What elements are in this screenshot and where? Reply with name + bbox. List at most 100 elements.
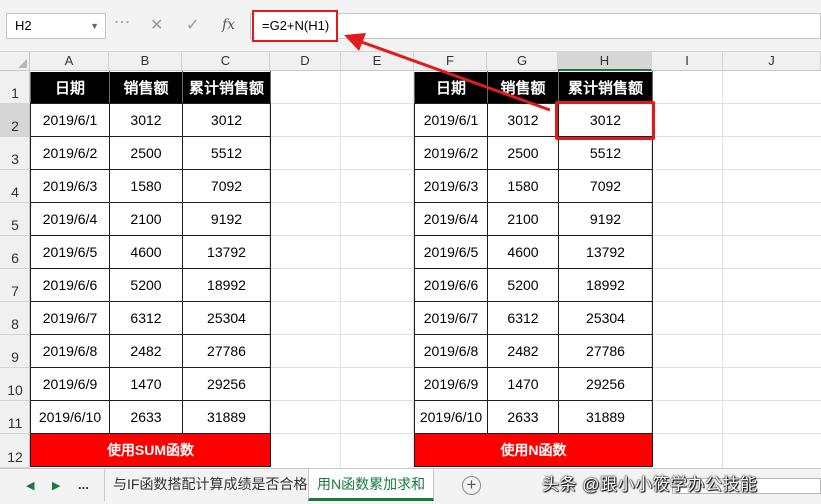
header-cell[interactable]: 销售额 bbox=[109, 71, 183, 104]
date-cell[interactable]: 2019/6/8 bbox=[414, 334, 488, 368]
cumulative-cell[interactable]: 25304 bbox=[558, 301, 653, 335]
column-header-g[interactable]: G bbox=[487, 52, 558, 71]
sales-cell[interactable]: 2633 bbox=[109, 400, 183, 434]
date-cell[interactable]: 2019/6/7 bbox=[30, 301, 110, 335]
sales-cell[interactable]: 5200 bbox=[109, 268, 183, 302]
date-cell[interactable]: 2019/6/6 bbox=[414, 268, 488, 302]
cumulative-cell[interactable]: 27786 bbox=[558, 334, 653, 368]
header-cell[interactable]: 销售额 bbox=[487, 71, 559, 104]
enter-icon[interactable]: ✓ bbox=[186, 15, 199, 35]
date-cell[interactable]: 2019/6/9 bbox=[30, 367, 110, 401]
header-cell[interactable]: 日期 bbox=[30, 71, 110, 104]
column-header-e[interactable]: E bbox=[341, 52, 414, 71]
cumulative-cell[interactable]: 27786 bbox=[182, 334, 271, 368]
formula-text-highlight[interactable]: =G2+N(H1) bbox=[252, 10, 338, 42]
date-cell[interactable]: 2019/6/3 bbox=[30, 169, 110, 203]
sales-cell[interactable]: 5200 bbox=[487, 268, 559, 302]
name-box[interactable]: H2 ▼ bbox=[6, 13, 106, 39]
row-header-1[interactable]: 1 bbox=[0, 71, 30, 104]
cumulative-cell[interactable]: 18992 bbox=[558, 268, 653, 302]
sheet-tab-if-grade[interactable]: 与IF函数搭配计算成绩是否合格 bbox=[104, 469, 317, 501]
date-cell[interactable]: 2019/6/5 bbox=[30, 235, 110, 269]
sales-cell[interactable]: 2482 bbox=[109, 334, 183, 368]
cumulative-cell[interactable]: 29256 bbox=[558, 367, 653, 401]
date-cell[interactable]: 2019/6/4 bbox=[30, 202, 110, 236]
sales-cell[interactable]: 1580 bbox=[487, 169, 559, 203]
cumulative-cell[interactable]: 9192 bbox=[558, 202, 653, 236]
date-cell[interactable]: 2019/6/2 bbox=[414, 136, 488, 170]
more-tabs-button[interactable]: ... bbox=[78, 477, 89, 492]
cumulative-cell[interactable]: 5512 bbox=[558, 136, 653, 170]
date-cell[interactable]: 2019/6/1 bbox=[30, 103, 110, 137]
insert-function-icon[interactable]: fx bbox=[222, 17, 235, 33]
row-header-2[interactable]: 2 bbox=[0, 104, 30, 137]
cumulative-cell[interactable]: 13792 bbox=[182, 235, 271, 269]
row-header-11[interactable]: 11 bbox=[0, 401, 30, 434]
header-cell[interactable]: 日期 bbox=[414, 71, 488, 104]
date-cell[interactable]: 2019/6/9 bbox=[414, 367, 488, 401]
row-header-7[interactable]: 7 bbox=[0, 269, 30, 302]
cancel-icon[interactable]: ✕ bbox=[150, 15, 163, 35]
add-sheet-button[interactable]: + bbox=[462, 476, 481, 495]
date-cell[interactable]: 2019/6/8 bbox=[30, 334, 110, 368]
date-cell[interactable]: 2019/6/4 bbox=[414, 202, 488, 236]
sales-cell[interactable]: 6312 bbox=[109, 301, 183, 335]
sales-cell[interactable]: 6312 bbox=[487, 301, 559, 335]
cumulative-cell[interactable]: 3012 bbox=[182, 103, 271, 137]
cumulative-cell[interactable]: 31889 bbox=[558, 400, 653, 434]
column-header-j[interactable]: J bbox=[723, 52, 821, 71]
column-header-d[interactable]: D bbox=[270, 52, 341, 71]
footer-note-cell[interactable]: 使用N函数 bbox=[414, 433, 653, 467]
date-cell[interactable]: 2019/6/5 bbox=[414, 235, 488, 269]
sales-cell[interactable]: 3012 bbox=[109, 103, 183, 137]
select-all-corner[interactable] bbox=[0, 52, 30, 71]
header-cell[interactable]: 累计销售额 bbox=[182, 71, 271, 104]
column-header-b[interactable]: B bbox=[109, 52, 182, 71]
cumulative-cell[interactable]: 31889 bbox=[182, 400, 271, 434]
sheet-tab-n-cumulative[interactable]: 用N函数累加求和 bbox=[308, 469, 435, 501]
footer-note-cell[interactable]: 使用SUM函数 bbox=[30, 433, 271, 467]
column-header-c[interactable]: C bbox=[182, 52, 270, 71]
sales-cell[interactable]: 3012 bbox=[487, 103, 559, 137]
column-header-a[interactable]: A bbox=[30, 52, 109, 71]
cumulative-cell[interactable]: 5512 bbox=[182, 136, 271, 170]
sales-cell[interactable]: 2100 bbox=[109, 202, 183, 236]
cumulative-cell[interactable]: 9192 bbox=[182, 202, 271, 236]
tab-scroll-left-icon[interactable]: ◀ bbox=[26, 479, 34, 492]
cumulative-cell[interactable]: 29256 bbox=[182, 367, 271, 401]
date-cell[interactable]: 2019/6/2 bbox=[30, 136, 110, 170]
tab-scroll-right-icon[interactable]: ▶ bbox=[52, 479, 60, 492]
cumulative-cell[interactable]: 25304 bbox=[182, 301, 271, 335]
date-cell[interactable]: 2019/6/6 bbox=[30, 268, 110, 302]
date-cell[interactable]: 2019/6/1 bbox=[414, 103, 488, 137]
sales-cell[interactable]: 2482 bbox=[487, 334, 559, 368]
cumulative-cell[interactable]: 7092 bbox=[558, 169, 653, 203]
date-cell[interactable]: 2019/6/7 bbox=[414, 301, 488, 335]
column-header-h[interactable]: H bbox=[558, 52, 652, 71]
row-header-12[interactable]: 12 bbox=[0, 434, 30, 468]
sales-cell[interactable]: 2100 bbox=[487, 202, 559, 236]
sales-cell[interactable]: 1580 bbox=[109, 169, 183, 203]
row-header-8[interactable]: 8 bbox=[0, 302, 30, 335]
sales-cell[interactable]: 1470 bbox=[109, 367, 183, 401]
row-header-6[interactable]: 6 bbox=[0, 236, 30, 269]
sales-cell[interactable]: 1470 bbox=[487, 367, 559, 401]
row-header-9[interactable]: 9 bbox=[0, 335, 30, 368]
column-header-f[interactable]: F bbox=[414, 52, 487, 71]
header-cell[interactable]: 累计销售额 bbox=[558, 71, 653, 104]
date-cell[interactable]: 2019/6/10 bbox=[414, 400, 488, 434]
column-header-i[interactable]: I bbox=[652, 52, 723, 71]
sales-cell[interactable]: 4600 bbox=[109, 235, 183, 269]
cumulative-cell[interactable]: 18992 bbox=[182, 268, 271, 302]
sales-cell[interactable]: 2500 bbox=[487, 136, 559, 170]
date-cell[interactable]: 2019/6/3 bbox=[414, 169, 488, 203]
sales-cell[interactable]: 2633 bbox=[487, 400, 559, 434]
row-header-5[interactable]: 5 bbox=[0, 203, 30, 236]
row-header-3[interactable]: 3 bbox=[0, 137, 30, 170]
sales-cell[interactable]: 2500 bbox=[109, 136, 183, 170]
resize-handle-icon[interactable]: ⋮ bbox=[113, 14, 130, 29]
date-cell[interactable]: 2019/6/10 bbox=[30, 400, 110, 434]
cumulative-cell[interactable]: 13792 bbox=[558, 235, 653, 269]
chevron-down-icon[interactable]: ▼ bbox=[90, 14, 99, 38]
sales-cell[interactable]: 4600 bbox=[487, 235, 559, 269]
